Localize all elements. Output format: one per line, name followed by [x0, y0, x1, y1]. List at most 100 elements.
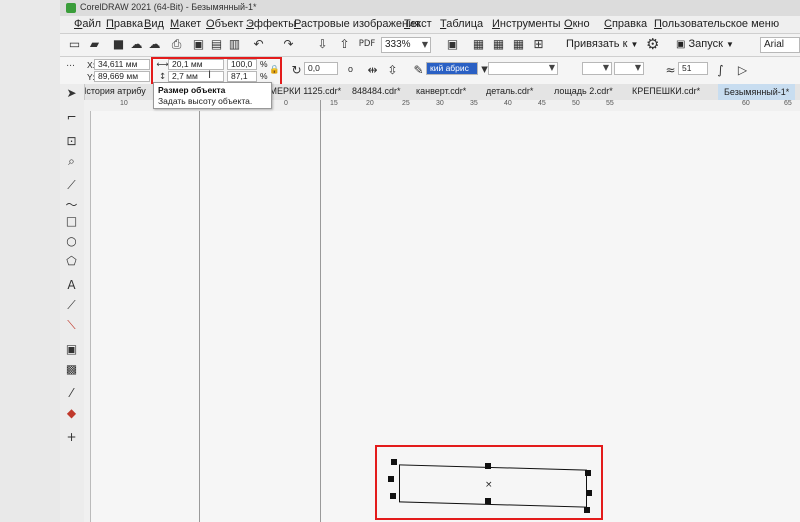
degree-icon: o — [347, 65, 354, 75]
ruler-label: 15 — [330, 100, 338, 107]
menu-help[interactable]: Справка — [604, 18, 647, 30]
ruler-label: 60 — [742, 100, 750, 107]
app-logo-icon — [66, 3, 76, 13]
menu-table[interactable]: Таблица — [440, 18, 483, 30]
tab-document[interactable]: деталь.cdr* — [486, 86, 533, 96]
menu-custom[interactable]: Пользовательское меню — [654, 18, 779, 30]
tab-document[interactable]: КРЕПЕШКИ.cdr* — [632, 86, 700, 96]
snap-to-dropdown[interactable]: Привязать к ▼ — [566, 38, 638, 50]
copy-icon[interactable]: ▤ — [210, 38, 223, 51]
y-position-field[interactable]: 89,669 мм — [94, 71, 150, 82]
gear-icon[interactable]: ⚙ — [646, 37, 659, 52]
tab-active-document[interactable]: Безымянный-1* — [718, 84, 796, 100]
print-icon[interactable]: ⎙ — [170, 38, 183, 51]
ruler-label: 35 — [470, 100, 478, 107]
crop-tool-icon[interactable]: ⊡ — [64, 134, 79, 149]
menu-edit[interactable]: Правка — [106, 18, 143, 30]
import-icon[interactable]: ⇩ — [316, 38, 329, 51]
chevron-down-icon: ▼ — [602, 63, 609, 72]
end-arrow-select[interactable]: ▼ — [614, 62, 644, 75]
undo-icon[interactable]: ↶ — [252, 38, 265, 51]
export-icon[interactable]: ⇧ — [338, 38, 351, 51]
show-grid-icon[interactable]: ▦ — [492, 38, 505, 51]
bezier-icon[interactable]: ∫ — [714, 64, 727, 77]
tab-document[interactable]: канверт.cdr* — [416, 86, 466, 96]
ruler-label: 65 — [784, 100, 792, 107]
line-style-select[interactable]: ▼ — [488, 62, 558, 75]
open-folder-icon[interactable]: ▰ — [88, 38, 101, 51]
artistic-media-icon[interactable]: 〜 — [64, 198, 79, 213]
mirror-vertical-icon[interactable]: ⇳ — [386, 64, 399, 77]
mirror-horizontal-icon[interactable]: ⇹ — [366, 64, 379, 77]
menu-tools[interactable]: Инструменты — [492, 18, 561, 30]
tooltip: Размер объекта Задать высоту объекта. — [153, 82, 272, 109]
pen-icon[interactable]: ✎ — [412, 64, 425, 77]
ruler-label: 40 — [504, 100, 512, 107]
menu-text[interactable]: Текст — [404, 18, 432, 30]
window-title: CorelDRAW 2021 (64-Bit) - Безымянный-1* — [80, 2, 257, 12]
menu-window[interactable]: Окно — [564, 18, 590, 30]
menu-file[interactable]: Файл — [74, 18, 101, 30]
freehand-tool-icon[interactable]: ⟋ — [64, 178, 79, 193]
export-pdf-button[interactable]: PDF — [358, 38, 376, 51]
menu-layout[interactable]: Макет — [170, 18, 201, 30]
vertical-ruler — [84, 111, 91, 522]
parallel-dimension-icon[interactable]: ⟋ — [64, 298, 79, 313]
corner-value-field[interactable]: 51 — [678, 62, 708, 75]
chevron-down-icon: ▼ — [634, 63, 641, 72]
menu-bar: Файл Правка Вид Макет Объект Эффекты Рас… — [60, 16, 800, 34]
launch-dropdown[interactable]: ▣ Запуск ▼ — [676, 38, 734, 50]
zoom-level-select[interactable]: 333% ▼ — [381, 37, 431, 53]
cloud-download-icon[interactable]: ☁ — [148, 38, 161, 51]
page-border-line — [199, 111, 200, 522]
ruler-label: 45 — [538, 100, 546, 107]
tab-document[interactable]: лощадь 2.cdr* — [554, 86, 613, 96]
font-select[interactable]: Arial — [760, 37, 800, 53]
start-arrow-select[interactable]: ▼ — [582, 62, 612, 75]
rotation-field[interactable]: 0,0 — [304, 62, 338, 75]
menu-bitmaps[interactable]: Растровые изображения — [294, 18, 420, 30]
ruler-label: 50 — [572, 100, 580, 107]
pick-tool-icon[interactable]: ➤ — [64, 86, 79, 101]
show-rulers-icon[interactable]: ▦ — [472, 38, 485, 51]
eyedropper-tool-icon[interactable]: ⁄ — [64, 386, 79, 401]
connector-tool-icon[interactable]: ⟍ — [64, 318, 79, 333]
x-position-field[interactable]: 34,611 мм — [94, 59, 150, 70]
menu-object[interactable]: Объект — [206, 18, 243, 30]
ruler-label: 20 — [366, 100, 374, 107]
tooltip-description: Задать высоту объекта. — [158, 96, 253, 106]
cut-icon[interactable]: ▣ — [192, 38, 205, 51]
fill-tool-icon[interactable]: ◆ — [64, 406, 79, 421]
guideline[interactable] — [320, 100, 321, 522]
save-icon[interactable]: ■ — [112, 38, 125, 51]
paste-icon[interactable]: ▥ — [228, 38, 241, 51]
ellipse-tool-icon[interactable]: ○ — [64, 234, 79, 249]
tab-document[interactable]: 848484.cdr* — [352, 86, 401, 96]
menu-effects[interactable]: Эффекты — [246, 18, 296, 30]
redo-icon[interactable]: ↷ — [282, 38, 295, 51]
shape-tool-icon[interactable]: ⌐ — [64, 110, 79, 125]
object-highlight — [375, 445, 603, 520]
add-tool-icon[interactable]: + — [64, 430, 79, 445]
ruler-label: 10 — [120, 100, 128, 107]
snap-icon[interactable]: ⊞ — [532, 38, 545, 51]
ruler-label: 30 — [436, 100, 444, 107]
toolbox: ➤ ⌐ ⊡ ⌕ ⟋ 〜 □ ○ ⬠ A ⟋ ⟍ ▣ ▩ ⁄ ◆ + — [60, 84, 85, 522]
menu-view[interactable]: Вид — [144, 18, 164, 30]
shadow-tool-icon[interactable]: ▣ — [64, 342, 79, 357]
chevron-down-icon: ▼ — [548, 63, 555, 72]
zoom-tool-icon[interactable]: ⌕ — [64, 154, 79, 169]
ruler-label: 55 — [606, 100, 614, 107]
rectangle-tool-icon[interactable]: □ — [64, 214, 79, 229]
chevron-down-icon: ▼ — [726, 40, 734, 49]
transparency-tool-icon[interactable]: ▩ — [64, 362, 79, 377]
new-document-icon[interactable]: ▭ — [68, 38, 81, 51]
polygon-tool-icon[interactable]: ⬠ — [64, 254, 79, 269]
shape-icon[interactable]: ▷ — [736, 64, 749, 77]
full-screen-icon[interactable]: ▣ — [446, 38, 459, 51]
outline-style-field[interactable]: кий абрис — [426, 62, 478, 75]
cloud-upload-icon[interactable]: ☁ — [130, 38, 143, 51]
ruler-label: 0 — [284, 100, 288, 107]
show-guidelines-icon[interactable]: ▦ — [512, 38, 525, 51]
text-tool-icon[interactable]: A — [64, 278, 79, 293]
